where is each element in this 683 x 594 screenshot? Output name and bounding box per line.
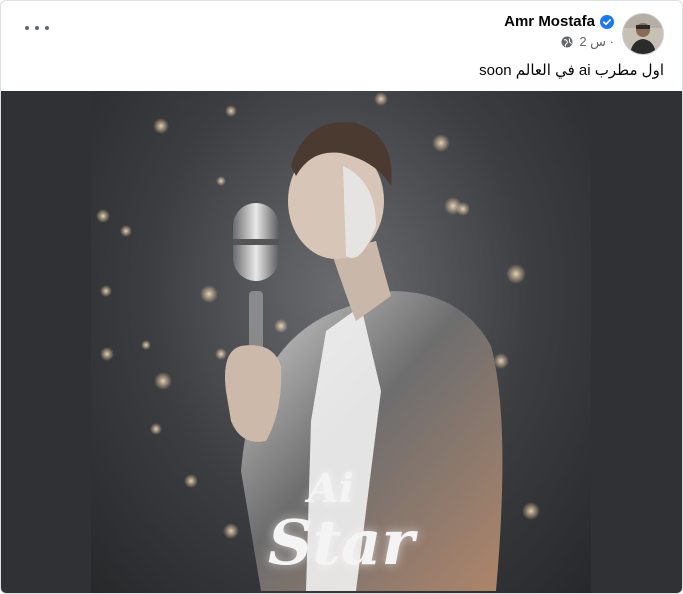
ai-logo-text: Ai — [307, 465, 355, 512]
post-caption: اول مطرب ai في العالم soon — [479, 62, 664, 79]
post-media[interactable]: Ai Star — [1, 91, 682, 593]
post-timestamp[interactable]: 2 س · — [579, 34, 614, 50]
post-card: Amr Mostafa 2 س · اول مطرب ai في العالم … — [0, 0, 683, 594]
author-name[interactable]: Amr Mostafa — [504, 13, 595, 30]
more-options-icon[interactable] — [25, 21, 49, 35]
globe-icon — [561, 36, 573, 48]
post-header: Amr Mostafa 2 س · — [1, 1, 682, 59]
author-avatar[interactable] — [622, 13, 664, 55]
post-meta: 2 س · — [561, 34, 614, 50]
ai-star-logo: Ai Star — [91, 467, 591, 575]
star-logo-text: Star — [267, 506, 415, 579]
author-line: Amr Mostafa — [504, 13, 614, 30]
ai-star-poster: Ai Star — [91, 91, 591, 593]
avatar-image — [623, 14, 663, 54]
verified-badge-icon — [600, 14, 614, 29]
